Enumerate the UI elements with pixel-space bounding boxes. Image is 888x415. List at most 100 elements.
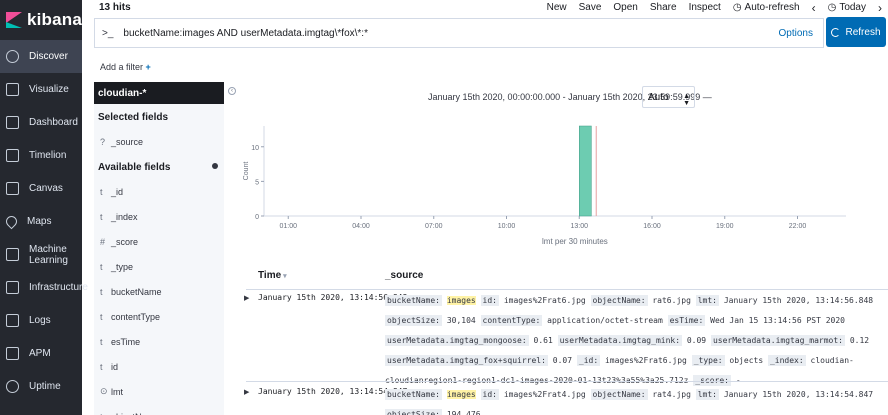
sidebar-item-label: Infrastructure [29, 282, 88, 293]
source-field-key: objectName: [590, 389, 648, 400]
field-item[interactable]: t _type [94, 254, 224, 279]
sidebar-item-dashboard[interactable]: Dashboard [0, 106, 82, 139]
kibana-logo[interactable]: kibana [0, 0, 82, 40]
field-type-icon: t [100, 261, 103, 272]
field-item[interactable]: ⊙ lmt [94, 379, 224, 404]
sidebar-item-visualize[interactable]: Visualize [0, 73, 82, 106]
sidebar-item-canvas[interactable]: Canvas [0, 172, 82, 205]
date-picker-button[interactable]: ◷ Today [828, 2, 866, 13]
sidebar-item-machine-learning[interactable]: Machine Learning [0, 238, 82, 271]
query-bar[interactable]: >_ bucketName:images AND userMetadata.im… [94, 18, 824, 48]
source-field-key: esTime: [667, 315, 706, 326]
source-field-value: Wed Jan 15 13:14:56 PST 2020 [710, 316, 845, 325]
field-name: contentType [111, 311, 161, 322]
index-pattern-selector[interactable]: cloudian-* [94, 82, 224, 104]
field-name: _source [111, 136, 144, 147]
source-field-key: objectSize: [385, 409, 442, 415]
auto-refresh-button[interactable]: ◷ Auto-refresh [733, 2, 800, 13]
source-field-key: userMetadata.imgtag_mink: [557, 335, 683, 346]
date-picker-label: Today [839, 2, 866, 13]
collapse-sidebar-icon[interactable]: ‹ [228, 87, 236, 95]
sidebar-item-maps[interactable]: Maps [0, 205, 82, 238]
refresh-button[interactable]: Refresh [826, 17, 886, 47]
field-type-icon: t [100, 412, 111, 415]
open-button[interactable]: Open [613, 2, 637, 13]
chevron-left-icon[interactable]: ‹ [812, 1, 816, 15]
interval-select[interactable]: Auto ▲ ▼ [642, 86, 695, 108]
sidebar-item-infrastructure[interactable]: Infrastructure [0, 271, 88, 304]
chevron-right-icon[interactable]: › [878, 1, 882, 15]
field-type-icon: t [100, 311, 103, 322]
visualize-icon [6, 83, 19, 96]
sidebar-item-label: Maps [27, 216, 52, 227]
field-item[interactable]: ? _source [94, 129, 224, 154]
field-name: objectName [111, 412, 159, 415]
share-button[interactable]: Share [650, 2, 677, 13]
available-fields-label: Available fields [98, 162, 171, 173]
source-field-key: userMetadata.imgtag_marmot: [710, 335, 845, 346]
field-item[interactable]: t _index [94, 204, 224, 229]
field-item[interactable]: t esTime [94, 329, 224, 354]
x-tick-label: 07:00 [425, 223, 443, 230]
save-button[interactable]: Save [579, 2, 602, 13]
source-field-key: contentType: [480, 315, 543, 326]
source-field-value: January 15th 2020, 13:14:56.848 [723, 296, 874, 305]
query-options-button[interactable]: Options [779, 28, 813, 39]
available-fields-header: Available fields [94, 154, 224, 179]
field-item[interactable]: t _id [94, 179, 224, 204]
uptime-icon [6, 380, 19, 393]
chart-x-axis-label: lmt per 30 minutes [542, 237, 608, 246]
field-item[interactable]: tobjectName [94, 404, 224, 415]
kibana-logo-icon [6, 12, 22, 28]
sort-arrow-icon[interactable]: ▾ [283, 273, 287, 280]
field-item[interactable]: t bucketName [94, 279, 224, 304]
inspect-button[interactable]: Inspect [689, 2, 721, 13]
field-item[interactable]: # _score [94, 229, 224, 254]
field-name: lmt [111, 386, 123, 397]
field-name: _id [111, 186, 124, 197]
field-item[interactable]: t contentType [94, 304, 224, 329]
sidebar-item-logs[interactable]: Logs [0, 304, 82, 337]
source-field-value: 0.07 [552, 356, 573, 365]
field-name: id [111, 361, 119, 372]
source-field-value: 194,476 [446, 410, 481, 415]
app-name: kibana [26, 10, 82, 29]
sidebar-item-label: Visualize [29, 84, 69, 95]
expand-row-icon[interactable]: ▶ [244, 388, 249, 396]
query-prompt-icon: >_ [102, 27, 114, 39]
source-field-value: 0.12 [849, 336, 870, 345]
field-type-icon: t [100, 186, 103, 197]
sidebar-nav: kibana Discover Visualize Dashboard Timelio… [0, 0, 88, 415]
expand-row-icon[interactable]: ▶ [244, 294, 249, 302]
source-field-key: _id: [576, 355, 601, 366]
source-field-key: lmt: [695, 295, 719, 306]
field-name: bucketName [111, 286, 162, 297]
query-input[interactable]: bucketName:images AND userMetadata.imgta… [123, 28, 368, 39]
field-item[interactable]: t id [94, 354, 224, 379]
x-tick-label: 19:00 [716, 223, 734, 230]
source-field-value: application/octet-stream [547, 316, 663, 325]
clock-icon: ◷ [732, 2, 742, 13]
sidebar-item-discover[interactable]: Discover [0, 40, 82, 73]
logs-icon [6, 314, 19, 327]
caret-updown-icon: ▲ ▼ [683, 93, 690, 107]
source-field-key: bucketName: [385, 389, 442, 400]
source-field-value: 0.09 [686, 336, 707, 345]
source-field-key: userMetadata.imgtag_fox+squirrel: [385, 355, 548, 366]
time-column-header[interactable]: Time ▾ [258, 270, 287, 281]
top-menu: New Save Open Share Inspect ◷ Auto-refre… [547, 0, 888, 15]
maps-icon [3, 213, 20, 230]
source-field-key: id: [480, 389, 499, 400]
source-field-key: bucketName: [385, 295, 442, 306]
gear-icon[interactable] [212, 163, 218, 169]
clock-icon: ◷ [827, 2, 837, 13]
sidebar-item-timelion[interactable]: Timelion [0, 139, 82, 172]
field-type-icon: t [100, 286, 103, 297]
sidebar-item-apm[interactable]: APM [0, 337, 82, 370]
add-filter-button[interactable]: Add a filter + [100, 62, 151, 72]
field-name: esTime [111, 336, 141, 347]
sidebar-item-uptime[interactable]: Uptime [0, 370, 82, 403]
field-type-icon: t [100, 361, 103, 372]
new-button[interactable]: New [547, 2, 567, 13]
source-field-key: objectName: [590, 295, 648, 306]
